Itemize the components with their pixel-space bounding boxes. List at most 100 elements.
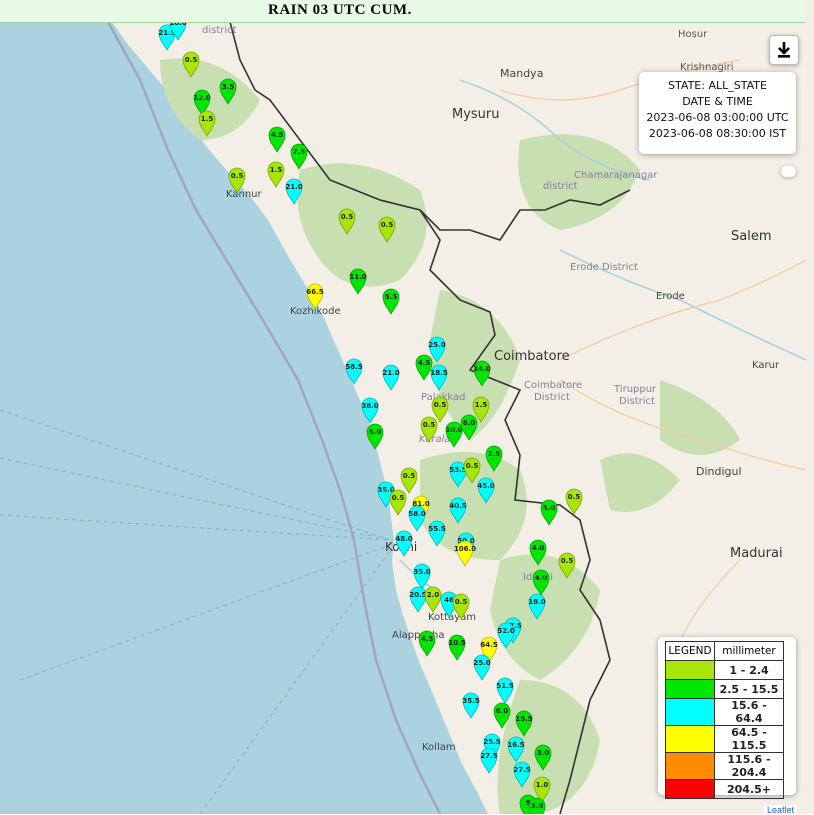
place-label: Coimbatore bbox=[524, 380, 582, 391]
marker-value: 66.5 bbox=[306, 288, 323, 296]
rain-marker[interactable]: 3.0 bbox=[528, 797, 546, 814]
marker-value: 52.0 bbox=[497, 627, 514, 635]
place-label: Tiruppur bbox=[613, 384, 657, 395]
place-label: Mysuru bbox=[452, 107, 500, 122]
marker-value: 20.5 bbox=[409, 591, 426, 599]
marker-value: 27.5 bbox=[513, 766, 530, 774]
marker-value: 0.5 bbox=[455, 598, 468, 606]
marker-value: 4.0 bbox=[535, 574, 548, 582]
marker-value: 1.5 bbox=[201, 115, 214, 123]
place-label: Kerala bbox=[419, 434, 451, 445]
place-label: District bbox=[619, 396, 655, 407]
marker-value: 0.5 bbox=[403, 472, 416, 480]
marker-value: 0.5 bbox=[392, 494, 405, 502]
place-label: district bbox=[202, 25, 237, 36]
place-label: district bbox=[543, 181, 578, 192]
marker-value: 3.5 bbox=[222, 83, 235, 91]
marker-value: 16.5 bbox=[507, 741, 524, 749]
marker-value: 0.5 bbox=[231, 172, 244, 180]
marker-value: 5.0 bbox=[369, 428, 382, 436]
place-label: Erode bbox=[656, 291, 685, 302]
place-label: Madurai bbox=[730, 546, 783, 561]
place-label: Kollam bbox=[422, 742, 456, 753]
info-box: STATE: ALL_STATE DATE & TIME 2023-06-08 … bbox=[639, 72, 796, 154]
marker-value: 18.5 bbox=[430, 369, 447, 377]
marker-value: 4.5 bbox=[421, 635, 434, 643]
marker-value: 4.5 bbox=[271, 131, 284, 139]
marker-value: 38.0 bbox=[361, 402, 378, 410]
place-label: District bbox=[534, 392, 570, 403]
marker-value: 0.5 bbox=[561, 557, 574, 565]
marker-value: 21.0 bbox=[382, 369, 399, 377]
marker-value: 0.5 bbox=[341, 213, 354, 221]
marker-value: 1.0 bbox=[536, 781, 549, 789]
legend-header-right: millimeter bbox=[714, 641, 784, 661]
marker-value: 106.0 bbox=[454, 545, 476, 553]
legend-swatch bbox=[665, 698, 715, 726]
download-button[interactable] bbox=[769, 35, 799, 65]
datetime-ist: 2023-06-08 08:30:00 IST bbox=[648, 127, 787, 140]
marker-value: 10.5 bbox=[448, 639, 465, 647]
marker-value: 35.0 bbox=[413, 568, 430, 576]
download-icon bbox=[778, 42, 790, 58]
marker-value: 35.5 bbox=[462, 697, 479, 705]
marker-value: 27.5 bbox=[480, 752, 497, 760]
marker-value: 40.5 bbox=[449, 502, 466, 510]
legend-swatch bbox=[665, 779, 715, 799]
legend-label: 15.6 - 64.4 bbox=[714, 698, 784, 726]
marker-value: 46 bbox=[444, 596, 454, 604]
legend-swatch bbox=[665, 725, 715, 753]
legend-header-left: LEGEND bbox=[665, 641, 715, 661]
datetime-heading: DATE & TIME bbox=[682, 95, 753, 108]
marker-value: 21.0 bbox=[285, 183, 302, 191]
place-label: Karur bbox=[752, 360, 780, 371]
place-label: Hosur bbox=[678, 29, 708, 40]
marker-value: 1.5 bbox=[270, 166, 283, 174]
legend-label: 115.6 - 204.4 bbox=[714, 752, 784, 780]
legend-label: 1 - 2.4 bbox=[714, 660, 784, 680]
place-label: Kottayam bbox=[428, 612, 476, 623]
legend-label: 204.5+ bbox=[714, 779, 784, 799]
marker-value: 25.0 bbox=[473, 659, 490, 667]
marker-value: 0.5 bbox=[568, 493, 581, 501]
marker-value: 0.5 bbox=[466, 462, 479, 470]
marker-value: 55.5 bbox=[428, 525, 445, 533]
place-label: Dindigul bbox=[696, 465, 742, 478]
marker-value: 6.0 bbox=[463, 419, 476, 427]
marker-value: 3.0 bbox=[531, 802, 544, 810]
marker-value: 1.5 bbox=[475, 401, 488, 409]
marker-value: 4.0 bbox=[532, 544, 545, 552]
place-label: Alappuzha bbox=[392, 630, 445, 641]
marker-value: 58.5 bbox=[345, 363, 362, 371]
marker-value: 0.5 bbox=[423, 421, 436, 429]
state-label: STATE: ALL_STATE bbox=[668, 79, 767, 92]
marker-value: 0.5 bbox=[381, 221, 394, 229]
marker-value: 6.0 bbox=[496, 707, 509, 715]
marker-value: 4.5 bbox=[418, 359, 431, 367]
marker-value: 64.5 bbox=[480, 641, 497, 649]
marker-value: 2.0 bbox=[427, 591, 440, 599]
marker-value: 25.5 bbox=[483, 738, 500, 746]
place-label: Salem bbox=[731, 229, 772, 244]
place-label: Kannur bbox=[226, 189, 263, 200]
marker-value: 11.0 bbox=[349, 273, 366, 281]
layer-control[interactable] bbox=[781, 166, 796, 177]
marker-value: 0.5 bbox=[434, 401, 447, 409]
legend-swatch bbox=[665, 752, 715, 780]
marker-value: 25.0 bbox=[428, 341, 445, 349]
place-label: Mandya bbox=[500, 67, 543, 80]
marker-value: 18.0 bbox=[528, 598, 545, 606]
legend-table: LEGEND millimeter 1 - 2.4 2.5 - 15.5 15.… bbox=[665, 641, 784, 799]
marker-value: 3.0 bbox=[537, 749, 550, 757]
place-label: Coimbatore bbox=[494, 349, 570, 364]
legend-label: 64.5 - 115.5 bbox=[714, 725, 784, 753]
legend-swatch bbox=[665, 679, 715, 699]
marker-value: 48.0 bbox=[395, 535, 412, 543]
title-bar: RAIN 03 UTC CUM. bbox=[0, 0, 806, 23]
datetime-utc: 2023-06-08 03:00:00 UTC bbox=[646, 111, 789, 124]
marker-value: 51.5 bbox=[496, 682, 513, 690]
marker-value: 45.0 bbox=[477, 482, 494, 490]
marker-value: 10.0 bbox=[445, 426, 462, 434]
marker-value: 5.0 bbox=[543, 504, 556, 512]
marker-value: 15.5 bbox=[515, 715, 532, 723]
